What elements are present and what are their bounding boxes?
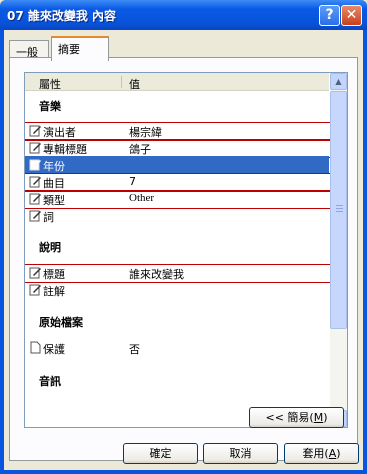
column-divider[interactable]: [121, 76, 122, 88]
title-bar[interactable]: 07 誰來改變我 內容 ? ✕: [0, 0, 367, 30]
close-button[interactable]: ✕: [341, 5, 362, 26]
row-label: 演出者: [43, 126, 76, 139]
window-title: 07 誰來改變我 內容: [7, 9, 117, 23]
grip-line: [336, 205, 343, 206]
ok-button[interactable]: 確定: [123, 443, 198, 464]
apply-button[interactable]: 套用(A): [284, 443, 359, 464]
simple-button-key: M: [313, 411, 324, 424]
apply-button-suffix: ): [336, 447, 341, 460]
scroll-up-button[interactable]: ▲: [330, 73, 347, 90]
simple-button[interactable]: << 簡易(M): [249, 407, 344, 428]
tab-summary[interactable]: 摘要: [51, 36, 109, 61]
row-value: 鴿子: [129, 143, 151, 156]
row-label: 曲目: [43, 177, 65, 190]
row-label: 年份: [43, 160, 65, 173]
edit-icon: [29, 284, 41, 296]
page-icon: [30, 341, 41, 354]
row-label: 類型: [43, 194, 65, 207]
row-title[interactable]: 標題 誰來改變我: [25, 264, 332, 283]
edit-icon: [29, 159, 41, 171]
row-protected[interactable]: 保護 否: [25, 339, 329, 356]
grip-line: [336, 211, 343, 212]
scroll-thumb[interactable]: [330, 91, 347, 329]
edit-icon: [29, 142, 41, 154]
apply-button-label: 套用(: [302, 447, 329, 460]
row-value: 誰來改變我: [129, 268, 184, 281]
edit-icon: [29, 125, 41, 137]
group-audio: 音訊: [39, 375, 61, 388]
edit-icon: [29, 210, 41, 222]
row-label: 保護: [43, 343, 65, 356]
edit-icon: [29, 267, 41, 279]
row-label: 註解: [43, 285, 65, 298]
row-comment[interactable]: 註解: [25, 281, 329, 298]
edit-icon: [29, 193, 41, 205]
chevron-up-icon: ▲: [335, 77, 342, 86]
simple-button-label: << 簡易(: [265, 411, 314, 424]
row-album[interactable]: 專輯標題 鴿子: [25, 139, 332, 158]
simple-button-suffix: ): [323, 411, 328, 424]
edit-icon: [29, 176, 41, 188]
row-value: Other: [129, 192, 155, 204]
grip-line: [336, 208, 343, 209]
help-icon: ?: [325, 7, 334, 23]
row-label: 標題: [43, 268, 65, 281]
row-value: 7: [129, 175, 136, 188]
row-value: 楊宗緯: [129, 126, 162, 139]
properties-dialog: 07 誰來改變我 內容 ? ✕ 一般 摘要 屬性 值 音樂 演出者 楊宗緯 專輯…: [0, 0, 367, 474]
dialog-body: 一般 摘要 屬性 值 音樂 演出者 楊宗緯 專輯標題 鴿子 年份 曲目 7 類型…: [4, 30, 363, 470]
column-value[interactable]: 值: [129, 76, 140, 92]
row-year[interactable]: 年份: [25, 156, 329, 173]
column-header: 屬性 值: [25, 73, 329, 91]
group-music: 音樂: [39, 100, 61, 113]
cancel-button[interactable]: 取消: [203, 443, 278, 464]
vertical-scrollbar[interactable]: ▲ ▼: [330, 73, 347, 427]
row-label: 專輯標題: [43, 143, 87, 156]
row-genre[interactable]: 類型 Other: [25, 190, 332, 209]
help-button[interactable]: ?: [319, 5, 340, 26]
group-origin: 原始檔案: [39, 316, 83, 329]
row-value: 否: [129, 343, 140, 356]
group-description: 說明: [39, 241, 61, 254]
row-artist[interactable]: 演出者 楊宗緯: [25, 122, 332, 141]
property-list[interactable]: 屬性 值 音樂 演出者 楊宗緯 專輯標題 鴿子 年份 曲目 7 類型 Other…: [24, 72, 348, 428]
close-icon: ✕: [345, 7, 358, 23]
column-property[interactable]: 屬性: [39, 76, 61, 92]
row-track[interactable]: 曲目 7: [25, 173, 332, 192]
row-lyrics[interactable]: 詞: [25, 207, 329, 224]
row-label: 詞: [43, 211, 54, 224]
